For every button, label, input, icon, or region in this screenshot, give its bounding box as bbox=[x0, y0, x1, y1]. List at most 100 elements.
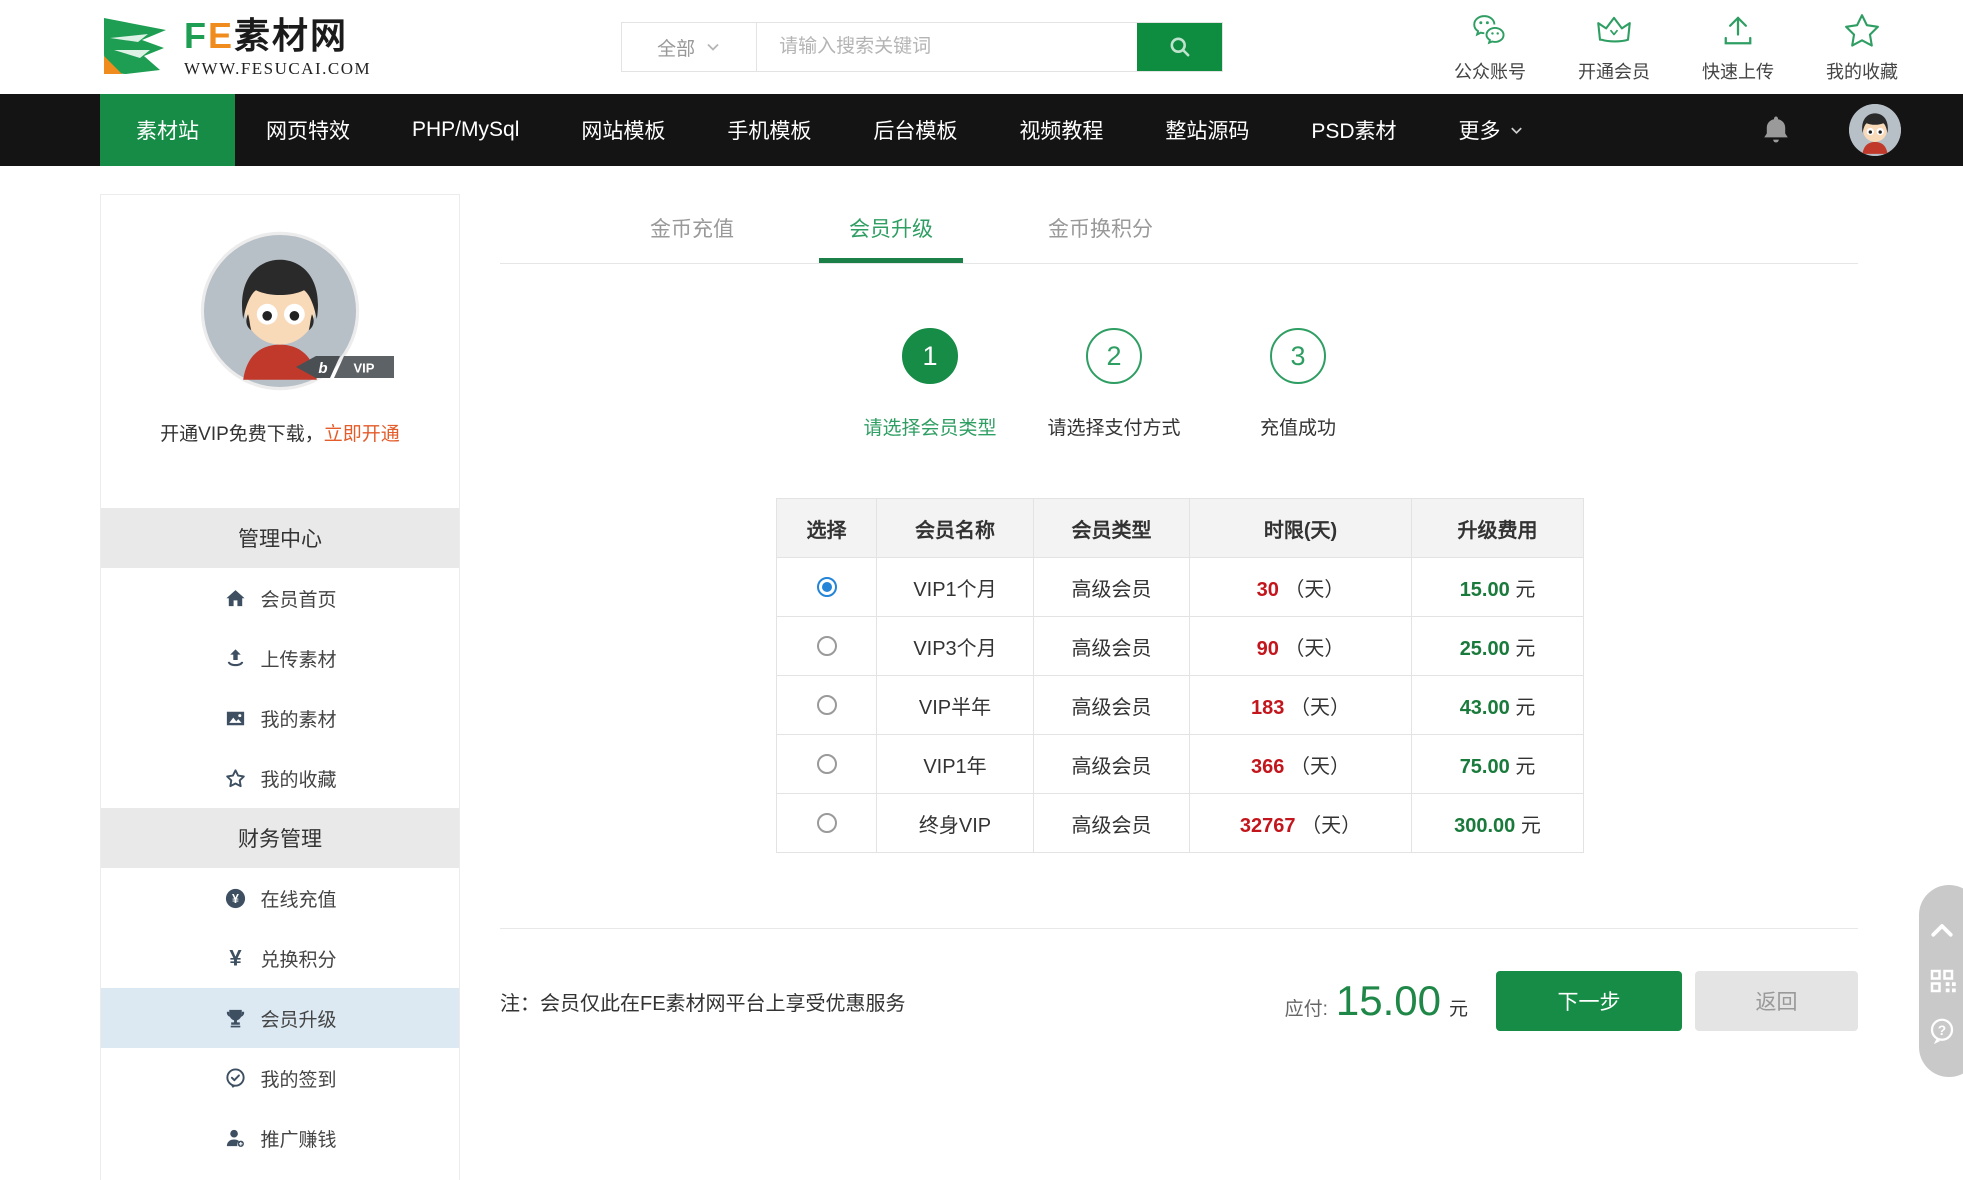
back-button[interactable]: 返回 bbox=[1695, 971, 1858, 1031]
nav-item[interactable]: 网站模板 bbox=[550, 94, 696, 166]
sidebar-section-title: 管理中心 bbox=[101, 508, 459, 568]
membership-note: 注：会员仅此在FE素材网平台上享受优惠服务 bbox=[500, 987, 906, 1016]
step-number: 1 bbox=[902, 328, 958, 384]
next-step-button[interactable]: 下一步 bbox=[1496, 971, 1682, 1031]
open-vip-link[interactable]: 立即开通 bbox=[324, 424, 400, 445]
site-logo[interactable]: FE素材网 WWW.FESUCAI.COM bbox=[100, 16, 371, 78]
sidebar-item-label: 会员首页 bbox=[260, 585, 336, 612]
chevron-down-icon bbox=[705, 39, 721, 55]
user-avatar-small[interactable] bbox=[1849, 104, 1901, 156]
sidebar-item-label: 我的素材 bbox=[260, 705, 336, 732]
upload-icon bbox=[1717, 10, 1759, 52]
nav-item[interactable]: PSD素材 bbox=[1280, 94, 1427, 166]
quick-link-label: 我的收藏 bbox=[1826, 58, 1898, 84]
search-icon bbox=[1166, 33, 1194, 61]
nav-item-label: 素材站 bbox=[136, 115, 199, 145]
nav-item-label: 手机模板 bbox=[727, 115, 811, 145]
table-row: VIP1个月高级会员30 （天）15.00 元 bbox=[777, 558, 1584, 617]
search-bar: 全部 bbox=[621, 22, 1223, 72]
qr-code-button[interactable] bbox=[1927, 966, 1957, 996]
sidebar-item[interactable]: 推广赚钱 bbox=[101, 1108, 459, 1168]
search-input[interactable] bbox=[757, 23, 1137, 71]
nav-item[interactable]: 后台模板 bbox=[842, 94, 988, 166]
quick-link[interactable]: 公众账号 bbox=[1454, 10, 1526, 84]
svg-text:b: b bbox=[318, 360, 327, 377]
qr-code-icon bbox=[1927, 966, 1957, 996]
sidebar-item[interactable]: 账户明细 bbox=[101, 1168, 459, 1180]
member-name: VIP1个月 bbox=[877, 558, 1034, 617]
back-to-top-button[interactable] bbox=[1927, 916, 1957, 946]
sidebar-item[interactable]: 我的签到 bbox=[101, 1048, 459, 1108]
nav-item-label: PHP/MySql bbox=[412, 118, 519, 142]
svg-text:¥: ¥ bbox=[232, 892, 239, 906]
tab[interactable]: 会员升级 bbox=[819, 194, 963, 263]
days-value: 90 bbox=[1257, 638, 1279, 660]
tab[interactable]: 金币换积分 bbox=[1018, 194, 1183, 263]
trophy-icon bbox=[223, 1006, 247, 1030]
main-content: 金币充值会员升级金币换积分 1请选择会员类型2请选择支付方式3充值成功 选择会员… bbox=[500, 194, 1858, 1031]
quick-links: 公众账号开通会员快速上传我的收藏 bbox=[1454, 10, 1898, 84]
row-radio[interactable] bbox=[817, 636, 837, 656]
step: 2请选择支付方式 bbox=[1034, 328, 1194, 440]
top-header: FE素材网 WWW.FESUCAI.COM 全部 公众账号开通会员快速上传我的收… bbox=[0, 0, 1963, 94]
help-button[interactable]: ? bbox=[1927, 1016, 1957, 1046]
price-value: 300.00 bbox=[1454, 815, 1515, 837]
sidebar-item[interactable]: ¥在线充值 bbox=[101, 868, 459, 928]
svg-text:?: ? bbox=[1938, 1023, 1946, 1038]
payment-amount: 15.00 bbox=[1336, 977, 1441, 1025]
sidebar-item[interactable]: 上传素材 bbox=[101, 628, 459, 688]
yen-circle-icon: ¥ bbox=[223, 886, 247, 910]
membership-table: 选择会员名称会员类型时限(天)升级费用 VIP1个月高级会员30 （天）15.0… bbox=[776, 498, 1584, 853]
quick-link[interactable]: 开通会员 bbox=[1578, 10, 1650, 84]
page-body: b VIP 开通VIP免费下载，立即开通 管理中心会员首页上传素材我的素材我的收… bbox=[0, 194, 1963, 1180]
divider bbox=[500, 928, 1858, 929]
table-row: VIP1年高级会员366 （天）75.00 元 bbox=[777, 735, 1584, 794]
nav-item[interactable]: 整站源码 bbox=[1134, 94, 1280, 166]
svg-text:¥: ¥ bbox=[229, 947, 242, 970]
vip-badge: b VIP bbox=[296, 353, 396, 381]
nav-item[interactable]: 素材站 bbox=[100, 94, 235, 166]
check-circle-icon bbox=[223, 1066, 247, 1090]
nav-item-label: 网页特效 bbox=[266, 115, 350, 145]
nav-item[interactable]: PHP/MySql bbox=[381, 94, 550, 166]
row-radio[interactable] bbox=[817, 754, 837, 774]
star-icon bbox=[1841, 10, 1883, 52]
notification-bell-button[interactable] bbox=[1759, 113, 1793, 147]
quick-link[interactable]: 我的收藏 bbox=[1826, 10, 1898, 84]
member-type: 高级会员 bbox=[1034, 794, 1190, 853]
sidebar-item[interactable]: 会员升级 bbox=[101, 988, 459, 1048]
member-type: 高级会员 bbox=[1034, 617, 1190, 676]
table-row: VIP半年高级会员183 （天）43.00 元 bbox=[777, 676, 1584, 735]
price-unit: 元 bbox=[1515, 697, 1535, 719]
price-unit: 元 bbox=[1515, 756, 1535, 778]
vip-promo: 开通VIP免费下载，立即开通 bbox=[101, 419, 459, 446]
row-radio[interactable] bbox=[817, 813, 837, 833]
sidebar-item[interactable]: ¥兑换积分 bbox=[101, 928, 459, 988]
nav-item-label: 网站模板 bbox=[581, 115, 665, 145]
table-header-cell: 时限(天) bbox=[1190, 499, 1412, 558]
member-type: 高级会员 bbox=[1034, 735, 1190, 794]
step: 1请选择会员类型 bbox=[850, 328, 1010, 440]
help-icon: ? bbox=[1927, 1016, 1957, 1046]
nav-item[interactable]: 网页特效 bbox=[235, 94, 381, 166]
member-type: 高级会员 bbox=[1034, 558, 1190, 617]
search-button[interactable] bbox=[1137, 23, 1222, 71]
tab[interactable]: 金币充值 bbox=[620, 194, 764, 263]
table-header-cell: 升级费用 bbox=[1412, 499, 1584, 558]
sidebar-item[interactable]: 我的素材 bbox=[101, 688, 459, 748]
row-radio[interactable] bbox=[817, 577, 837, 597]
svg-text:VIP: VIP bbox=[354, 361, 375, 376]
sidebar-item[interactable]: 我的收藏 bbox=[101, 748, 459, 808]
search-category-select[interactable]: 全部 bbox=[622, 23, 757, 71]
price-unit: 元 bbox=[1515, 638, 1535, 660]
yen-icon: ¥ bbox=[223, 946, 247, 970]
row-radio[interactable] bbox=[817, 695, 837, 715]
quick-link[interactable]: 快速上传 bbox=[1702, 10, 1774, 84]
nav-item[interactable]: 手机模板 bbox=[696, 94, 842, 166]
upload-arc-icon bbox=[223, 646, 247, 670]
sidebar-item[interactable]: 会员首页 bbox=[101, 568, 459, 628]
nav-item[interactable]: 更多 bbox=[1428, 94, 1555, 166]
nav-item-label: 视频教程 bbox=[1019, 115, 1103, 145]
nav-item[interactable]: 视频教程 bbox=[988, 94, 1134, 166]
member-name: 终身VIP bbox=[877, 794, 1034, 853]
